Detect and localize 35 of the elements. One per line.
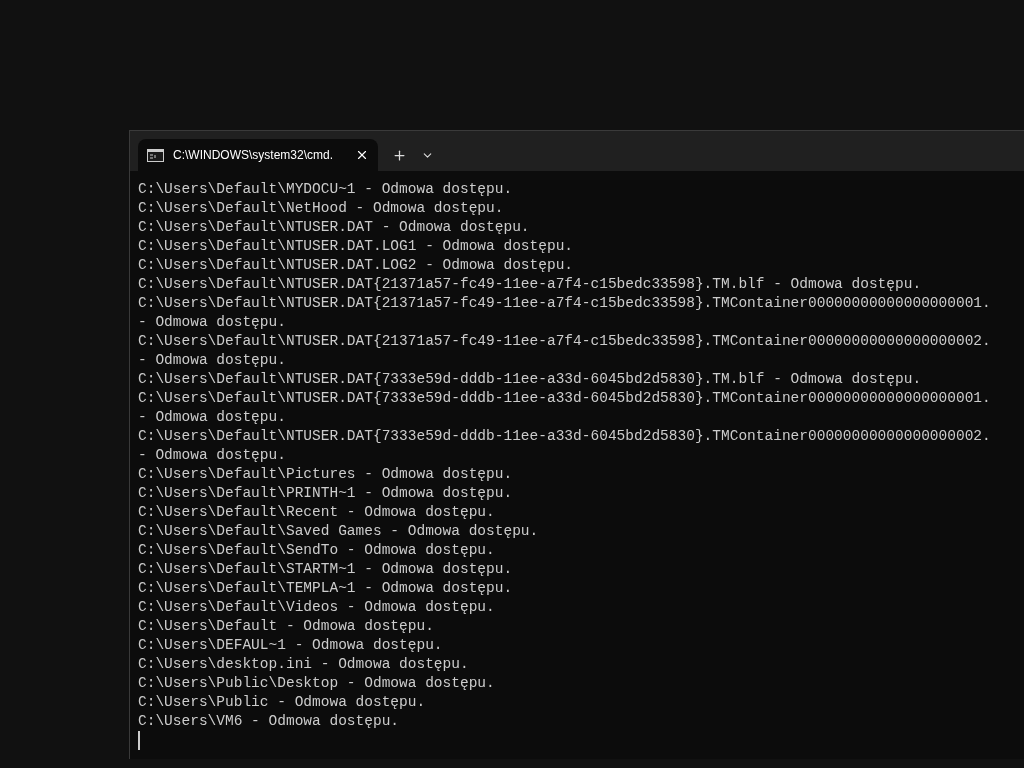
close-icon[interactable] xyxy=(355,148,369,162)
output-line: C:\Users\Default\NTUSER.DAT{7333e59d-dddb-11ee-a33d-6045bd2d5830}.TMContainer00000000000000000001. xyxy=(138,389,991,408)
output-line: C:\Users\Default\NTUSER.DAT{21371a57-fc49-11ee-a7f4-c15bedc33598}.TM.blf - Odmowa dostępu. xyxy=(138,275,922,294)
new-tab-icon[interactable] xyxy=(392,147,407,163)
tab[interactable]: C:\WINDOWS\system32\cmd. xyxy=(138,139,378,171)
output-line: C:\Users\Default\NetHood - Odmowa dostępu. xyxy=(138,199,504,218)
output-line: C:\Users\Default\NTUSER.DAT - Odmowa dostępu. xyxy=(138,218,530,237)
output-line: C:\Users\Default\Pictures - Odmowa dostępu. xyxy=(138,465,513,484)
output-line: C:\Users\Default\MYDOCU~1 - Odmowa dostępu. xyxy=(138,180,513,199)
output-line: C:\Users\Default\Recent - Odmowa dostępu. xyxy=(138,503,495,522)
cursor xyxy=(138,731,140,750)
output-line: C:\Users\Default\NTUSER.DAT.LOG1 - Odmowa dostępu. xyxy=(138,237,574,256)
output-line: C:\Users\Default\NTUSER.DAT{21371a57-fc49-11ee-a7f4-c15bedc33598}.TMContainer00000000000000000001. xyxy=(138,294,991,313)
output-line: C:\Users\Default\Videos - Odmowa dostępu. xyxy=(138,598,495,617)
output-line: C:\Users\Public\Desktop - Odmowa dostępu. xyxy=(138,674,495,693)
output-line: C:\Users\DEFAUL~1 - Odmowa dostępu. xyxy=(138,636,443,655)
output-line: C:\Users\Default\PRINTH~1 - Odmowa dostępu. xyxy=(138,484,513,503)
output-line: C:\Users\desktop.ini - Odmowa dostępu. xyxy=(138,655,469,674)
output-line: - Odmowa dostępu. xyxy=(138,446,286,465)
output-line: C:\Users\Default\NTUSER.DAT{7333e59d-dddb-11ee-a33d-6045bd2d5830}.TM.blf - Odmowa dostępu. xyxy=(138,370,922,389)
output-line: C:\Users\Default\STARTM~1 - Odmowa dostępu. xyxy=(138,560,513,579)
output-line: C:\Users\Default\TEMPLA~1 - Odmowa dostępu. xyxy=(138,579,513,598)
output-line: C:\Users\Public - Odmowa dostępu. xyxy=(138,693,426,712)
output-line: C:\Users\Default\NTUSER.DAT{7333e59d-dddb-11ee-a33d-6045bd2d5830}.TMContainer00000000000000000002. xyxy=(138,427,991,446)
output-line: C:\Users\Default\NTUSER.DAT.LOG2 - Odmowa dostępu. xyxy=(138,256,574,275)
output-line: C:\Users\Default\Saved Games - Odmowa dostępu. xyxy=(138,522,539,541)
output-line: C:\Users\Default\SendTo - Odmowa dostępu. xyxy=(138,541,495,560)
output-line: - Odmowa dostępu. xyxy=(138,408,286,427)
terminal-icon xyxy=(147,148,164,162)
output-line: - Odmowa dostępu. xyxy=(138,351,286,370)
output-line: C:\Users\Default\NTUSER.DAT{21371a57-fc49-11ee-a7f4-c15bedc33598}.TMContainer00000000000000000002. xyxy=(138,332,991,351)
output-line: - Odmowa dostępu. xyxy=(138,313,286,332)
output-line: C:\Users\Default - Odmowa dostępu. xyxy=(138,617,434,636)
tab-title: C:\WINDOWS\system32\cmd. xyxy=(173,147,333,164)
output-line: C:\Users\VM6 - Odmowa dostępu. xyxy=(138,712,400,731)
